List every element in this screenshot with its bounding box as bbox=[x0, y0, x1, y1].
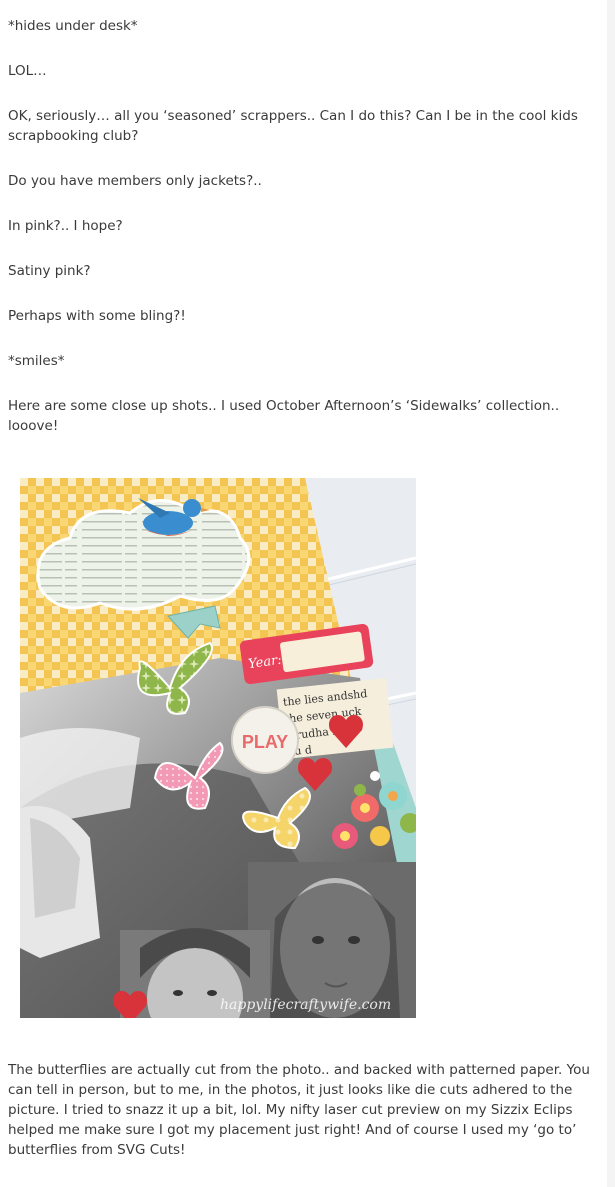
paragraph-jackets: Do you have members only jackets?.. bbox=[8, 173, 262, 189]
paragraph-closing: The butterflies are actually cut from th… bbox=[8, 1062, 590, 1158]
paragraph-seriously: OK, seriously… all you ‘seasoned’ scrapp… bbox=[8, 108, 578, 144]
paragraph-bling: Perhaps with some bling?! bbox=[8, 308, 186, 324]
play-button-text: PLAY bbox=[242, 732, 288, 752]
paragraph-smiles: *smiles* bbox=[8, 353, 65, 369]
paragraph-pink: In pink?.. I hope? bbox=[8, 218, 123, 234]
paragraph-closeups: Here are some close up shots.. I used Oc… bbox=[8, 398, 560, 434]
paragraph-satiny: Satiny pink? bbox=[8, 263, 91, 279]
paragraph-lol: LOL… bbox=[8, 63, 47, 79]
photo-watermark: happylifecraftywife.com bbox=[220, 997, 391, 1013]
scrapbook-layout-photo: Year: the lies andshd the seven uck wrud… bbox=[20, 478, 416, 1018]
page-scroll-gutter bbox=[607, 0, 615, 1187]
paragraph-hides: *hides under desk* bbox=[8, 18, 138, 34]
